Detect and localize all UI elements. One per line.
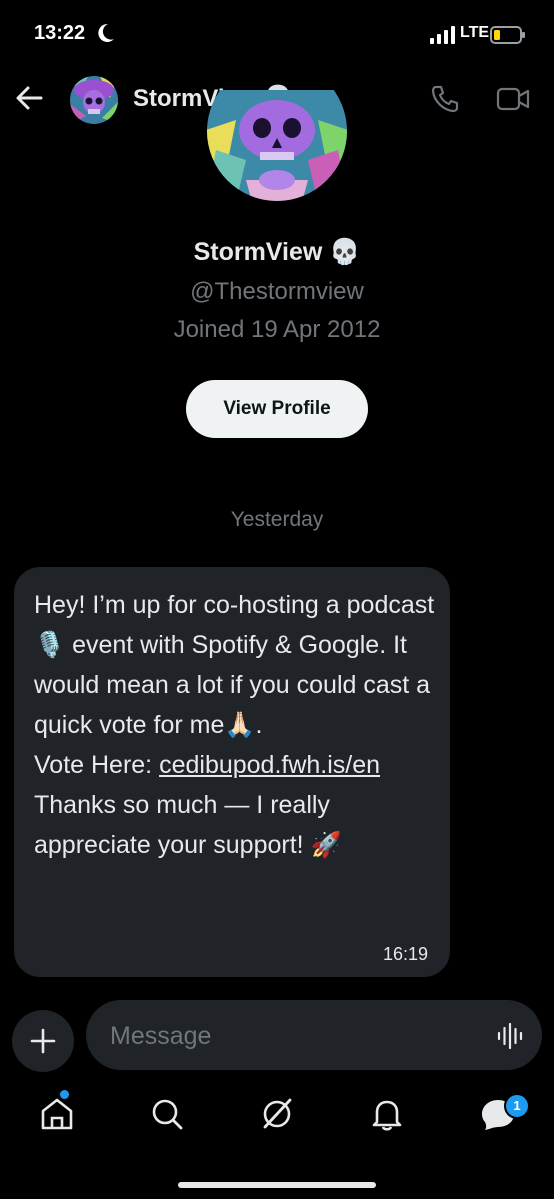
vote-prefix: Vote Here: (34, 751, 160, 779)
messages-badge: 1 (504, 1093, 530, 1119)
message-timestamp: 16:19 (382, 944, 428, 964)
home-notification-dot (60, 1090, 69, 1099)
message-input[interactable] (108, 1018, 472, 1054)
back-arrow-icon[interactable] (14, 84, 44, 112)
message-body: Hey! I’m up for co-hosting a podcast 🎙️ … (34, 591, 442, 739)
message-bubble[interactable]: Hey! I’m up for co-hosting a podcast 🎙️ … (14, 567, 450, 977)
notifications-bell-icon[interactable] (367, 1094, 407, 1134)
skull-emoji: 💀 (329, 238, 361, 266)
profile-avatar[interactable] (206, 90, 348, 202)
voice-message-icon[interactable] (496, 1022, 524, 1050)
date-separator: Yesterday (230, 508, 324, 531)
add-attachment-button[interactable] (12, 1010, 74, 1072)
profile-name-text: StormView (193, 238, 323, 266)
skull-avatar-image (70, 76, 118, 124)
message-thanks: Thanks so much — I really appreciate you… (34, 791, 342, 859)
home-icon[interactable] (37, 1094, 77, 1134)
plus-icon (30, 1028, 56, 1054)
signal-icon (430, 26, 455, 44)
home-indicator (178, 1182, 376, 1188)
message-composer[interactable] (86, 1000, 542, 1070)
search-icon[interactable] (147, 1094, 187, 1134)
view-profile-button[interactable]: View Profile (186, 380, 368, 438)
battery-icon (490, 26, 525, 44)
profile-name: StormView 💀 (0, 238, 554, 267)
vote-link[interactable]: cedibupod.fwh.is/en (159, 751, 380, 779)
message-text: Hey! I’m up for co-hosting a podcast 🎙️ … (34, 585, 438, 865)
skull-avatar-image (207, 90, 347, 201)
phone-call-icon[interactable] (430, 84, 460, 114)
join-date: Joined 19 Apr 2012 (173, 316, 381, 343)
video-call-icon[interactable] (496, 86, 530, 112)
network-label: LTE (460, 24, 490, 41)
grok-icon[interactable] (257, 1094, 297, 1134)
status-time: 13:22 (34, 22, 86, 44)
moon-icon (98, 23, 114, 42)
header-avatar[interactable] (70, 76, 118, 124)
profile-handle: @Thestormview (190, 278, 364, 305)
